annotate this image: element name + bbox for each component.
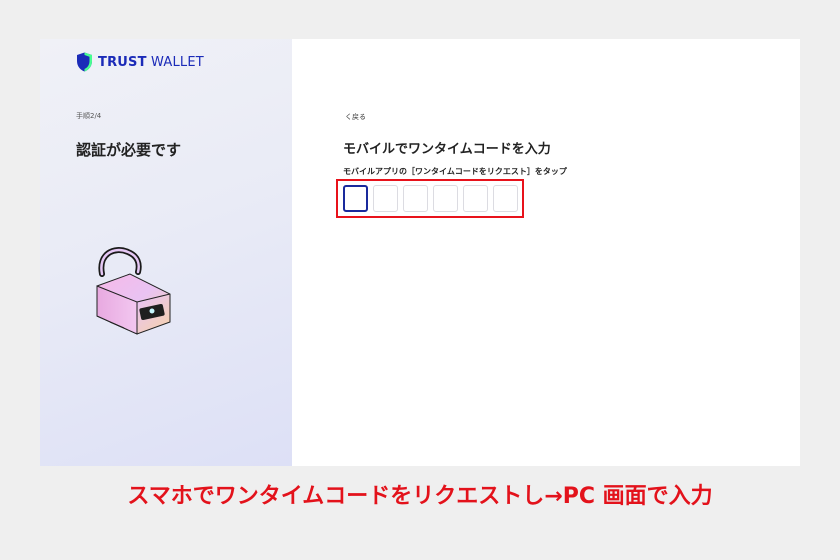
back-link[interactable]: く戻る	[345, 112, 366, 122]
otp-digit-6[interactable]	[493, 185, 518, 212]
otp-digit-4[interactable]	[433, 185, 458, 212]
logo-text: TRUST WALLET	[98, 54, 204, 70]
otp-digit-3[interactable]	[403, 185, 428, 212]
left-panel: TRUST WALLET 手順2/4 認証が必要です	[40, 39, 292, 466]
step-indicator: 手順2/4	[76, 112, 102, 120]
instruction-text: モバイルアプリの［ワンタイムコードをリクエスト］をタップ	[343, 167, 567, 176]
app-window: TRUST WALLET 手順2/4 認証が必要です く戻る モバイルでワンタイ…	[40, 39, 800, 466]
page-title: モバイルでワンタイムコードを入力	[343, 142, 551, 157]
otp-digit-5[interactable]	[463, 185, 488, 212]
caption-text: スマホでワンタイムコードをリクエストし→PC 画面で入力	[127, 484, 713, 509]
otp-input-group	[343, 185, 518, 212]
padlock-icon	[96, 247, 171, 335]
otp-digit-1[interactable]	[343, 185, 368, 212]
shield-icon	[77, 52, 92, 72]
otp-digit-2[interactable]	[373, 185, 398, 212]
left-title: 認証が必要です	[76, 141, 182, 159]
trust-wallet-logo: TRUST WALLET	[76, 52, 204, 72]
